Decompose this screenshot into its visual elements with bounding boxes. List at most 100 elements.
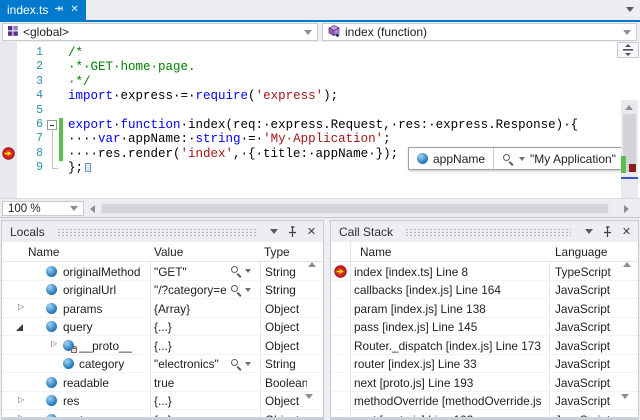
expand-collapsed-icon[interactable]: ▷: [18, 302, 24, 311]
editor-vertical-scrollbar[interactable]: [621, 100, 638, 198]
locals-row[interactable]: readabletrueBoolean: [2, 373, 323, 392]
tab-list-dropdown-icon[interactable]: [626, 7, 634, 12]
window-menu-button[interactable]: [581, 224, 596, 239]
scroll-up-icon[interactable]: [625, 105, 633, 110]
value-preview-button[interactable]: [230, 284, 251, 296]
callstack-frame-row[interactable]: param [index.js] Line 138JavaScript: [331, 299, 638, 318]
magnifier-icon: [230, 284, 242, 296]
magnifier-icon: [230, 265, 242, 277]
callstack-frame-row[interactable]: callbacks [index.js] Line 164JavaScript: [331, 281, 638, 300]
expand-expanded-icon[interactable]: [16, 324, 23, 331]
locals-row[interactable]: ▷__proto__{...}Object: [2, 336, 323, 355]
variable-name: __proto__: [79, 339, 150, 353]
code-line[interactable]: 7····var·appName:·string·=·'My·Applicati…: [0, 132, 620, 147]
line-number: 9: [17, 161, 43, 175]
code-line[interactable]: 4import·express·=·require('express');: [0, 89, 620, 104]
close-button[interactable]: ✕: [304, 224, 319, 239]
line-number: 6: [17, 118, 43, 132]
editor-horizontal-scrollbar[interactable]: [100, 202, 612, 215]
locals-title-bar[interactable]: Locals ✕: [2, 221, 323, 242]
locals-row[interactable]: ▷params{Array}Object: [2, 299, 323, 318]
code-token: (: [248, 89, 256, 103]
callstack-frame-row[interactable]: pass [index.js] Line 145JavaScript: [331, 318, 638, 337]
column-header-name[interactable]: Name: [360, 245, 391, 259]
code-text: ·*/: [68, 75, 91, 89]
split-handle-icon: [622, 44, 634, 56]
locals-row[interactable]: category"electronics"String: [2, 355, 323, 374]
drag-grip[interactable]: [405, 228, 571, 237]
window-splitter[interactable]: [0, 217, 640, 218]
zoom-dropdown[interactable]: 100 %: [2, 201, 84, 216]
code-line[interactable]: 2·*·GET·home·page.: [0, 60, 620, 75]
variable-value: {...}: [154, 394, 258, 408]
code-token: var: [98, 132, 121, 146]
scroll-up-icon[interactable]: [623, 248, 631, 262]
variable-value: "/?category=ele: [154, 283, 226, 297]
code-line[interactable]: 1/*: [0, 46, 620, 61]
code-editor[interactable]: 1/*2·*·GET·home·page.3 ·*/4import·express…: [0, 42, 640, 198]
callstack-frame-row[interactable]: next [proto.js] Line 193 JavaScript: [331, 373, 638, 392]
scroll-down-icon[interactable]: [621, 399, 629, 413]
variable-name: query: [63, 320, 150, 334]
datatip-value[interactable]: "My Application": [493, 148, 624, 169]
variable-icon: [63, 358, 74, 369]
scope-dropdown[interactable]: <global>: [2, 23, 318, 41]
callstack-grid-header[interactable]: Name Language: [331, 242, 638, 262]
scroll-down-icon[interactable]: [305, 399, 313, 413]
value-preview-button[interactable]: [230, 358, 251, 370]
window-menu-button[interactable]: [266, 224, 281, 239]
locals-grid-header[interactable]: Name Value Type: [2, 242, 323, 262]
value-preview-button[interactable]: [230, 265, 251, 277]
tab-index-ts[interactable]: index.ts ✕: [0, 0, 86, 20]
locals-row[interactable]: originalUrl"/?category=eleString: [2, 281, 323, 300]
code-token: 'My·Application': [263, 132, 383, 146]
column-header-type[interactable]: Type: [264, 245, 290, 259]
pin-icon[interactable]: [54, 5, 64, 15]
member-dropdown[interactable]: index (function): [322, 23, 637, 41]
close-button[interactable]: ✕: [619, 224, 634, 239]
frame-name: next [proto.js] Line 193: [354, 376, 548, 390]
callstack-title-bar[interactable]: Call Stack ✕: [331, 221, 638, 242]
callstack-panel: Call Stack ✕ Name Language index [index.…: [330, 220, 639, 420]
callstack-frame-row[interactable]: methodOverride [methodOverride.jsJavaScr…: [331, 392, 638, 411]
breakpoint-mark: [629, 164, 636, 172]
scroll-up-icon[interactable]: [308, 248, 316, 262]
column-header-language[interactable]: Language: [555, 245, 608, 259]
code-line[interactable]: 5: [0, 104, 620, 119]
callstack-frame-row[interactable]: Router._dispatch [index.js] Line 173Java…: [331, 336, 638, 355]
scroll-left-icon[interactable]: [90, 205, 95, 213]
column-header-value[interactable]: Value: [154, 245, 183, 259]
scrollbar-thumb[interactable]: [102, 204, 608, 213]
zoom-level: 100 %: [8, 203, 41, 215]
expand-collapsed-icon[interactable]: ▷: [18, 395, 24, 404]
magnifier-icon[interactable]: [502, 153, 514, 165]
datatip-variable[interactable]: appName: [409, 148, 493, 169]
change-tracking-bar: [59, 118, 63, 132]
callstack-frame-row[interactable]: router [index.js] Line 33JavaScript: [331, 355, 638, 374]
drag-grip[interactable]: [57, 228, 256, 237]
code-text: /*: [68, 46, 83, 60]
column-header-name[interactable]: Name: [28, 245, 59, 259]
code-token: };: [68, 161, 83, 175]
pin-button[interactable]: [285, 224, 300, 239]
chevron-down-icon[interactable]: [519, 157, 525, 161]
scroll-right-icon[interactable]: [624, 205, 629, 213]
frame-name: index [index.ts] Line 8: [354, 265, 548, 279]
pin-button[interactable]: [600, 224, 615, 239]
callstack-frame-row[interactable]: index [index.ts] Line 8TypeScript: [331, 262, 638, 281]
expand-collapsed-icon[interactable]: ▷: [51, 339, 57, 348]
locals-row[interactable]: query{...}Object: [2, 318, 323, 337]
close-icon[interactable]: ✕: [70, 5, 78, 15]
locals-row[interactable]: ▷res{...}Object: [2, 392, 323, 411]
frame-language: JavaScript: [555, 376, 619, 390]
code-line[interactable]: 3 ·*/: [0, 75, 620, 90]
line-number: 3: [17, 75, 43, 89]
variable-icon: [46, 284, 57, 295]
locals-row[interactable]: originalMethod"GET"String: [2, 262, 323, 281]
editor-split-handle[interactable]: [617, 42, 639, 58]
variable-icon: [417, 153, 428, 164]
code-line[interactable]: 6export·function·index(req:·express.Requ…: [0, 118, 620, 133]
variable-value: {Array}: [154, 302, 258, 316]
chevron-down-icon: [623, 30, 631, 35]
breakpoint-current-line-icon[interactable]: [2, 147, 15, 160]
